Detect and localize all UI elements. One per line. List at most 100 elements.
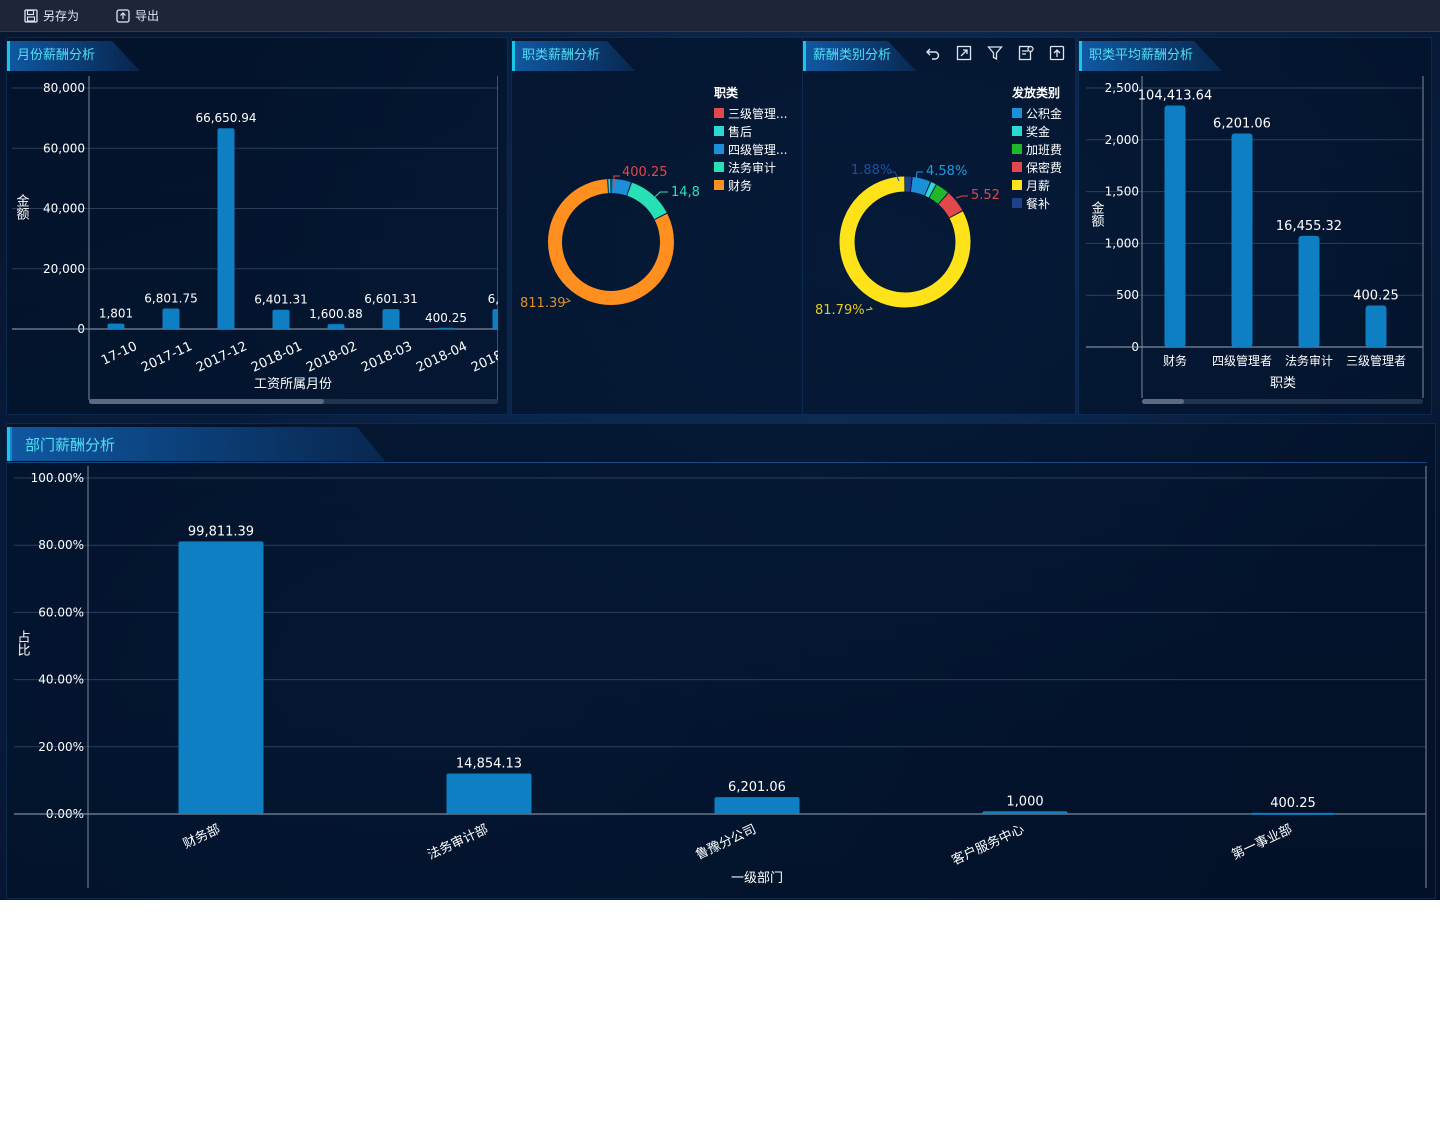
legend-item: 三级管理... [728,106,787,121]
x-tick-label: 第一事业部 [1229,822,1294,863]
label-leader [955,195,968,199]
bar [714,797,800,814]
label-leader [653,191,668,199]
data-label: 99,811.39 [188,524,254,539]
charts-layer: 80,00060,00040,00020,00001,80117-106,801… [12,76,1427,888]
legend-swatch [1012,180,1022,190]
y-axis-title: 金额 [14,193,30,221]
avg-chart: 2,5002,0001,5001,0005000104,413.64财务6,20… [1086,76,1424,404]
legend-item: 餐补 [1026,196,1050,211]
bar [1164,105,1186,348]
legend-swatch [714,144,724,154]
slice-label: 14,8 [671,185,700,200]
data-label: 400.25 [425,311,467,325]
x-tick-label: 2018-02 [304,339,360,376]
y-tick-label: 80,000 [43,81,85,95]
data-label: 1,801 [99,307,133,321]
legend-item: 月薪 [1026,179,1050,193]
bar [1250,812,1336,815]
legend-swatch [714,108,724,118]
bar [107,323,125,329]
bar [178,541,264,814]
x-tick-label: 2018-04 [414,339,470,376]
y-tick-label: 40,000 [43,202,85,216]
tick-clip: 17-10 [99,339,140,369]
data-label: 1,600.88 [309,307,362,321]
legend-swatch [714,126,724,136]
x-tick-label: 2018-03 [359,339,415,376]
scrollbar-thumb [1142,399,1184,404]
legend-item: 财务 [728,178,752,193]
bar [327,324,345,329]
y-tick-label: 20,000 [43,262,85,276]
tick-clip: 2017-11 [139,339,195,376]
data-label: 104,413.64 [1138,89,1212,104]
slice-label: 4.58% [926,164,967,179]
legend-swatch [714,162,724,172]
y-tick-label: 1,500 [1105,185,1139,199]
x-tick-label: 鲁豫分公司 [693,822,758,863]
slice-label: 811.39 [520,296,566,311]
slice-label: 5.52' [971,188,1004,203]
y-tick-label: 20.00% [38,740,84,754]
x-axis-title: 一级部门 [731,871,783,886]
legend-swatch [714,180,724,190]
tick-clip: 2017-12 [194,339,250,376]
data-label: 6,60 [488,292,515,306]
legend-item: 法务审计 [728,160,776,175]
tick-clip: 2018-05 [469,339,525,376]
data-label: 66,650.94 [195,111,256,125]
legend-swatch [1012,162,1022,172]
legend-swatch [1012,198,1022,208]
y-tick-label: 2,500 [1105,81,1139,95]
category-chart: 1.88% 4.58% 5.52' 81.79% 发放类别公积金奖金加班费保密费月薪餐补 [815,85,1062,318]
bar [437,327,455,330]
x-tick-label: 2017-12 [194,339,250,376]
y-tick-label: 40.00% [38,673,84,687]
data-label: 400.25 [1353,289,1399,304]
legend-item: 加班费 [1026,143,1062,157]
x-tick-label: 2017-11 [139,339,195,376]
data-label: 6,801.75 [144,292,197,306]
data-label: 400.25 [1270,796,1316,811]
bar [162,308,180,329]
x-tick-label: 四级管理者 [1212,353,1272,368]
y-tick-label: 60.00% [38,605,84,619]
bar [982,811,1068,814]
data-label: 6,201.06 [728,780,786,795]
y-tick-label: 60,000 [43,141,85,155]
x-tick-label: 客户服务中心 [949,821,1026,868]
x-tick-label: 2018-05 [469,339,525,376]
data-label: 1,000 [1006,794,1043,809]
y-tick-label: 2,000 [1105,133,1139,147]
scrollbar-track [1142,399,1423,404]
legend-swatch [1012,108,1022,118]
x-tick-label: 法务审计部 [425,821,491,863]
legend-item: 奖金 [1026,124,1050,139]
bar [1231,133,1253,347]
data-label: 6,601.31 [364,292,417,306]
data-label: 6,201.06 [1213,116,1271,131]
bar [382,309,400,329]
dashboard: 另存为 导出 月份薪酬分析 职类薪酬分析 薪酬类别分析 职类平均薪酬分析 部门薪… [0,0,1440,900]
label-leader [865,306,874,311]
bar [446,773,532,814]
x-tick-label: 财务部 [181,821,223,852]
legend-title: 发放类别 [1011,85,1060,100]
data-label: 14,854.13 [456,756,522,771]
data-label: 6,401.31 [254,293,307,307]
slice-label: 1.88% [851,163,892,178]
bar [1298,235,1320,347]
legend-item: 售后 [728,124,752,139]
bar [272,309,290,329]
data-label: 16,455.32 [1276,219,1342,234]
bar [1365,305,1387,347]
x-tick-label: 财务 [1163,353,1187,368]
tick-clip: 2018-04 [414,339,470,376]
y-tick-label: 1,000 [1105,236,1139,250]
jobtype-chart: 400.2514,8 811.39 职类三级管理... 售后四级管理... 法务审计财务 [520,85,787,311]
y-axis-title: 占比 [15,630,30,657]
monthly-chart: 80,00060,00040,00020,00001,80117-106,801… [12,76,525,404]
bar [492,309,498,329]
x-tick-label: 法务审计 [1285,353,1333,368]
